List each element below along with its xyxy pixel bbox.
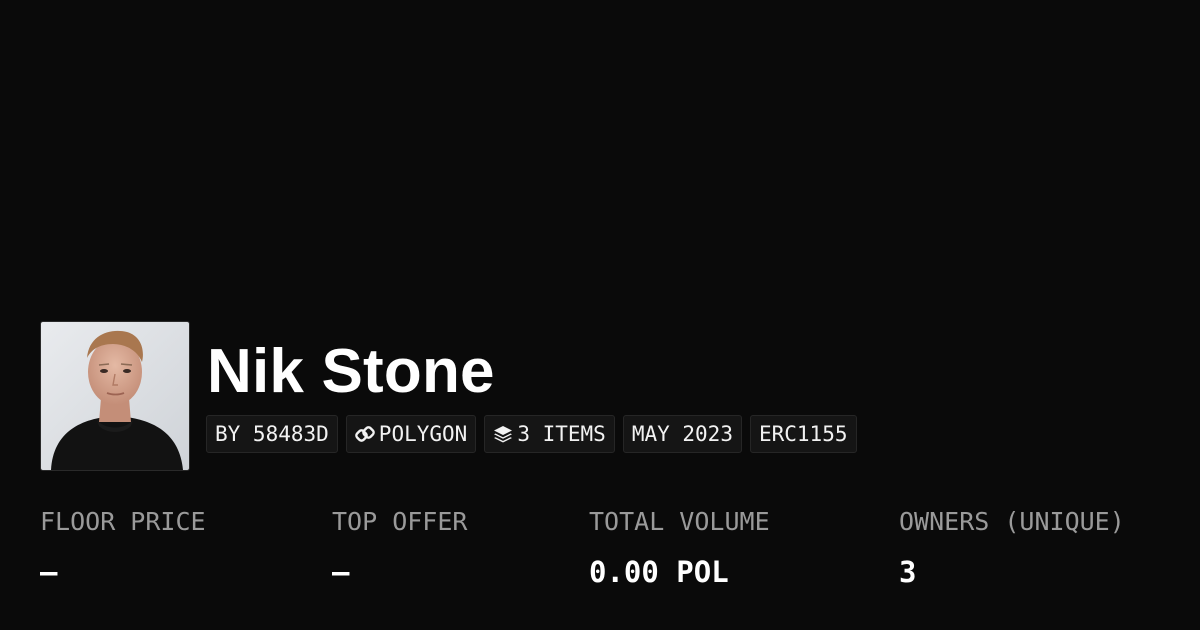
stat-owners: OWNERS (UNIQUE) 3 bbox=[899, 506, 1125, 588]
items-tag[interactable]: 3 ITEMS bbox=[484, 415, 615, 453]
chain-tag[interactable]: POLYGON bbox=[345, 415, 477, 453]
stat-value: — bbox=[332, 555, 350, 589]
creator-tag-label: BY 58483D bbox=[215, 422, 329, 446]
stat-top-offer: TOP OFFER — bbox=[332, 506, 467, 588]
stat-label: TOP OFFER bbox=[332, 507, 468, 536]
portrait-image bbox=[41, 322, 189, 470]
items-tag-label: 3 ITEMS bbox=[517, 422, 606, 446]
stat-value: 0.00 POL bbox=[589, 555, 729, 589]
collection-tags: BY 58483D POLYGON 3 ITEMS MAY 2023 ERC11… bbox=[206, 415, 857, 453]
collection-card: Nik Stone BY 58483D POLYGON 3 ITEMS MAY … bbox=[0, 0, 1200, 630]
stat-label: OWNERS (UNIQUE) bbox=[899, 507, 1125, 536]
stat-label: FLOOR PRICE bbox=[40, 507, 206, 536]
stat-floor-price: FLOOR PRICE — bbox=[40, 506, 206, 588]
chain-link-icon bbox=[354, 424, 375, 444]
stat-value: 3 bbox=[899, 555, 917, 589]
standard-tag: ERC1155 bbox=[749, 415, 857, 453]
stat-label: TOTAL VOLUME bbox=[589, 507, 770, 536]
standard-tag-label: ERC1155 bbox=[758, 422, 848, 446]
collection-avatar[interactable] bbox=[40, 321, 190, 471]
layers-icon bbox=[493, 424, 513, 444]
creator-tag[interactable]: BY 58483D bbox=[206, 415, 338, 453]
date-tag: MAY 2023 bbox=[622, 415, 742, 453]
collection-title: Nik Stone bbox=[207, 337, 495, 406]
date-tag-label: MAY 2023 bbox=[631, 422, 733, 446]
stat-value: — bbox=[40, 555, 58, 589]
chain-tag-label: POLYGON bbox=[378, 422, 468, 446]
stat-total-volume: TOTAL VOLUME 0.00 POL bbox=[589, 506, 770, 588]
